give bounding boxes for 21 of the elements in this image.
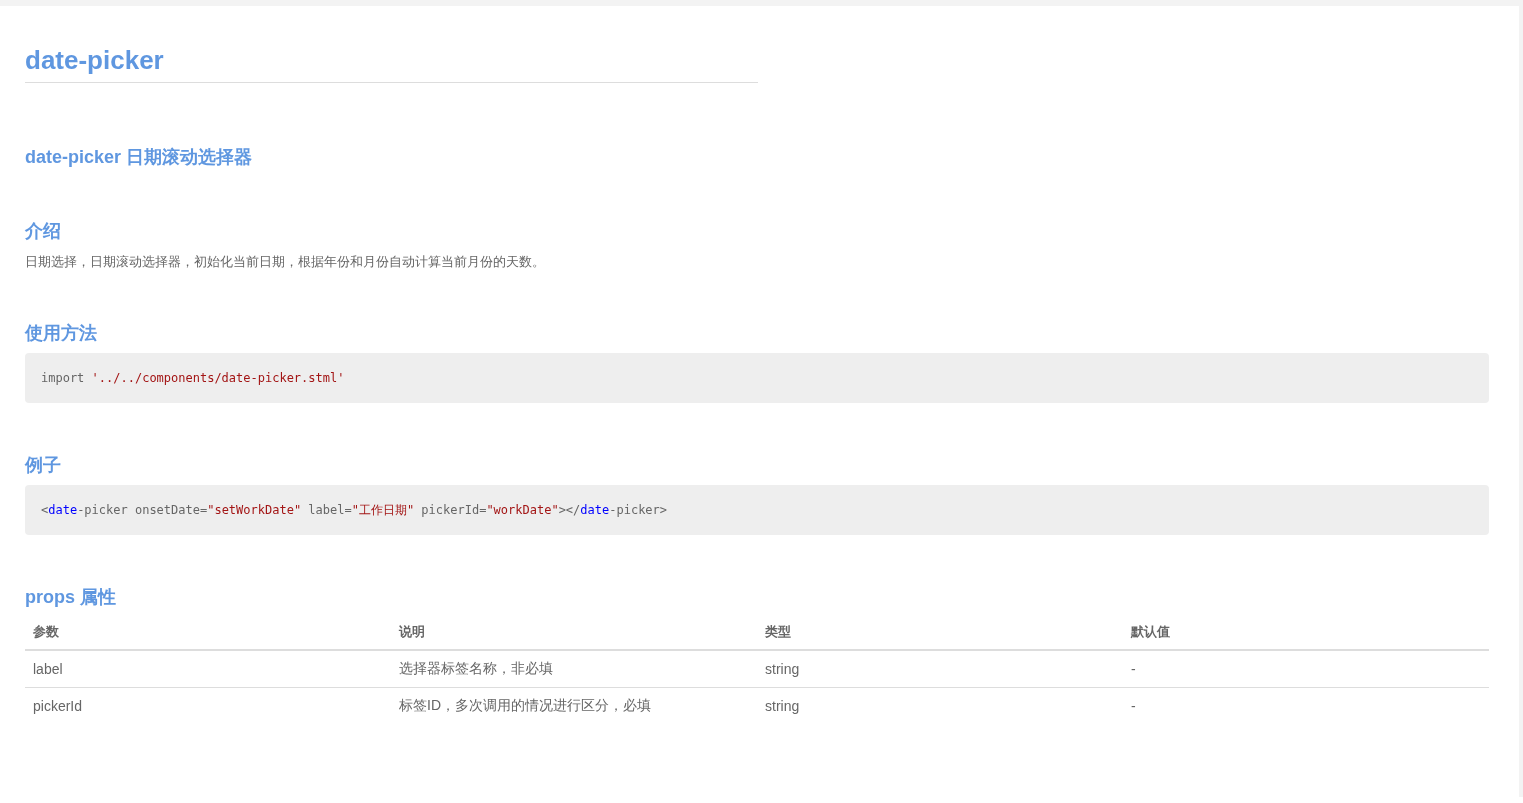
table-cell: pickerId [25, 687, 391, 724]
table-cell: label [25, 650, 391, 688]
code-block: <date-picker onsetDate="setWorkDate" label="工作日期" pickerId="workDate"></date-picker> [25, 485, 1489, 535]
section-heading: date-picker 日期滚动选择器 [25, 146, 254, 169]
table-cell: 标签ID，多次调用的情况进行区分，必填 [391, 687, 757, 724]
section-heading: 介绍 [25, 220, 62, 243]
table-cell: string [757, 687, 1123, 724]
code-block: import '../../components/date-picker.stml' [25, 353, 1489, 403]
section-heading: 例子 [25, 454, 62, 477]
column-header: 类型 [757, 615, 1123, 650]
section-heading: props 属性 [25, 586, 117, 609]
table-cell: - [1123, 650, 1489, 688]
description-text: 日期选择，日期滚动选择器，初始化当前日期，根据年份和月份自动计算当前月份的天数。 [25, 253, 546, 271]
table-cell: - [1123, 687, 1489, 724]
table-cell: string [757, 650, 1123, 688]
column-header: 参数 [25, 615, 391, 650]
page-title: date-picker [25, 44, 758, 83]
column-header: 说明 [391, 615, 757, 650]
column-header: 默认值 [1123, 615, 1489, 650]
table-cell: 选择器标签名称，非必填 [391, 650, 757, 688]
section-heading: 使用方法 [25, 322, 98, 345]
